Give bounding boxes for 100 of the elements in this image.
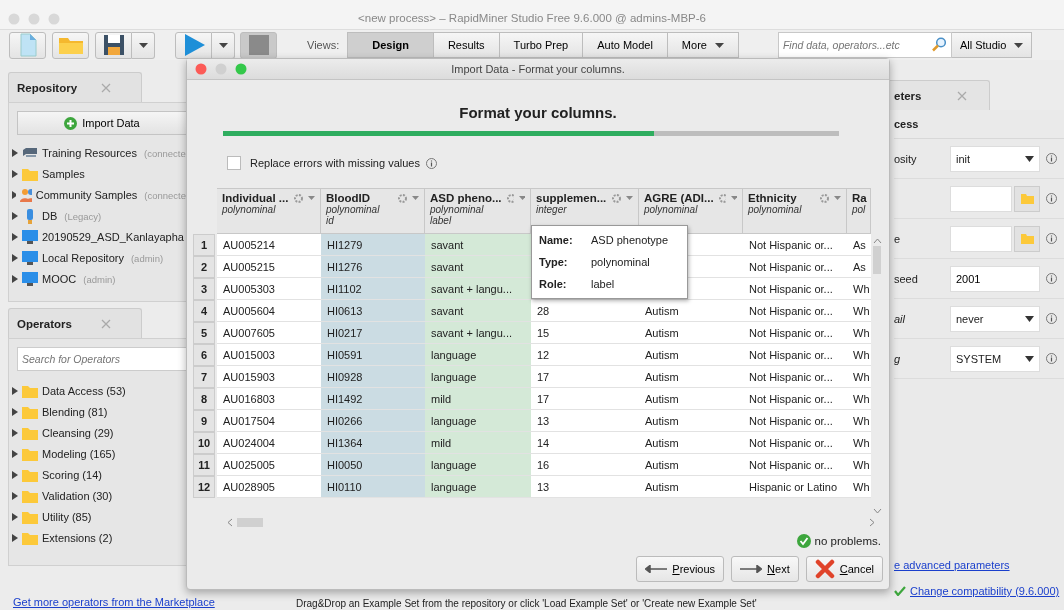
repository-item[interactable]: MOOC (42, 273, 77, 285)
caret-icon[interactable] (308, 196, 315, 200)
close-icon[interactable] (957, 90, 967, 101)
cancel-button[interactable]: Cancel (805, 556, 883, 582)
expand-arrow-icon[interactable] (12, 254, 18, 262)
new-file-button[interactable] (9, 31, 46, 59)
operator-group[interactable]: Data Access (53) (42, 385, 126, 397)
expand-arrow-icon[interactable] (12, 149, 18, 157)
previous-button[interactable]: Previous (636, 556, 725, 582)
operator-group[interactable]: Blending (81) (42, 406, 108, 418)
operator-group[interactable]: Cleansing (29) (42, 427, 114, 439)
scroll-left-icon[interactable] (227, 517, 233, 527)
expand-arrow-icon[interactable] (12, 387, 18, 395)
view-tab[interactable]: Turbo Prep (498, 32, 584, 58)
column-header[interactable]: Ra pol (847, 188, 871, 234)
close-icon[interactable] (101, 318, 111, 329)
run-menu-button[interactable] (212, 31, 235, 59)
file-path-field[interactable] (950, 225, 1012, 252)
repository-item[interactable]: Local Repository (42, 252, 124, 264)
expand-arrow-icon[interactable] (12, 534, 18, 542)
file-path-field[interactable] (950, 185, 1012, 212)
operator-group[interactable]: Scoring (14) (42, 469, 102, 481)
expand-arrow-icon[interactable] (12, 275, 18, 283)
operator-group[interactable]: Modeling (165) (42, 448, 116, 460)
info-icon[interactable] (1046, 233, 1057, 244)
gear-icon[interactable] (398, 193, 407, 203)
save-button[interactable] (95, 31, 132, 59)
operator-group[interactable]: Validation (30) (42, 490, 113, 502)
scroll-thumb[interactable] (873, 246, 881, 274)
expand-arrow-icon[interactable] (12, 233, 18, 241)
expand-arrow-icon[interactable] (12, 429, 18, 437)
expand-arrow-icon[interactable] (12, 513, 18, 521)
caret-icon[interactable] (519, 196, 525, 200)
column-header[interactable]: Individual ... polynominal (217, 188, 321, 234)
operators-tab[interactable]: Operators (8, 308, 142, 338)
info-icon[interactable] (1046, 273, 1057, 284)
stop-button[interactable] (240, 31, 277, 59)
expand-arrow-icon[interactable] (12, 450, 18, 458)
expand-arrow-icon[interactable] (12, 212, 18, 220)
compatibility-link[interactable]: Change compatibility (9.6.000) (910, 585, 1060, 597)
column-header[interactable]: ASD pheno... polynominal label (425, 188, 531, 234)
parameter-field[interactable]: 2001 (950, 265, 1040, 292)
save-menu-button[interactable] (132, 31, 155, 59)
vertical-scrollbar[interactable] (871, 238, 883, 514)
close-icon[interactable] (101, 82, 111, 93)
repository-item[interactable]: 20190529_ASD_Kanlayapha (42, 231, 184, 243)
search-field[interactable]: Find data, operators...etc (777, 32, 952, 58)
column-header[interactable]: AGRE (ADI... polynominal (639, 188, 743, 234)
parameters-tab[interactable]: eters (890, 80, 990, 110)
expand-arrow-icon[interactable] (12, 191, 17, 199)
parameter-dropdown[interactable]: init (950, 145, 1040, 172)
marketplace-link[interactable]: Get more operators from the Marketplace (13, 595, 215, 608)
info-icon[interactable] (425, 157, 437, 169)
repository-item[interactable]: DB (42, 210, 58, 222)
operator-group[interactable]: Extensions (2) (42, 532, 113, 544)
advanced-parameters-link[interactable]: e advanced parameters (894, 559, 1064, 571)
operator-group[interactable]: Utility (85) (42, 511, 92, 523)
expand-arrow-icon[interactable] (12, 471, 18, 479)
scroll-up-icon[interactable] (872, 238, 882, 244)
repository-item[interactable]: Training Resources (42, 147, 137, 159)
gear-icon[interactable] (820, 193, 829, 203)
close-button[interactable] (195, 63, 207, 75)
scroll-down-icon[interactable] (872, 508, 882, 514)
scroll-right-icon[interactable] (869, 517, 875, 527)
expand-arrow-icon[interactable] (12, 170, 18, 178)
caret-icon[interactable] (834, 196, 841, 200)
more-button[interactable]: More (666, 32, 739, 58)
horizontal-scrollbar[interactable] (227, 516, 875, 528)
info-icon[interactable] (1046, 153, 1057, 164)
info-icon[interactable] (1046, 353, 1057, 364)
search-icon[interactable] (931, 37, 946, 52)
gear-icon[interactable] (718, 193, 727, 203)
column-header[interactable]: Ethnicity polynominal (743, 188, 847, 234)
open-folder-button[interactable] (52, 31, 89, 59)
gear-icon[interactable] (294, 193, 303, 203)
repository-tab[interactable]: Repository (8, 72, 142, 102)
view-tab[interactable]: Design (347, 32, 434, 58)
next-button[interactable]: Next (731, 556, 799, 582)
info-icon[interactable] (1046, 313, 1057, 324)
caret-icon[interactable] (731, 196, 737, 200)
column-header[interactable]: BloodID polynominal id (321, 188, 425, 234)
gear-icon[interactable] (612, 193, 621, 203)
scroll-thumb[interactable] (237, 517, 263, 527)
repository-item[interactable]: Samples (42, 168, 85, 180)
parameter-dropdown[interactable]: SYSTEM (950, 345, 1040, 372)
gear-icon[interactable] (506, 193, 515, 203)
import-data-button[interactable]: Import Data (17, 111, 187, 135)
checkbox[interactable] (227, 156, 241, 170)
info-icon[interactable] (1046, 193, 1057, 204)
view-tab[interactable]: Results (432, 32, 500, 58)
caret-icon[interactable] (412, 196, 419, 200)
zoom-button[interactable] (235, 63, 247, 75)
scope-dropdown[interactable]: All Studio (950, 32, 1033, 58)
parameter-dropdown[interactable]: never (950, 305, 1040, 332)
operator-search-field[interactable]: Search for Operators (17, 347, 187, 371)
view-tab[interactable]: Auto Model (582, 32, 668, 58)
expand-arrow-icon[interactable] (12, 408, 18, 416)
expand-arrow-icon[interactable] (12, 492, 18, 500)
repository-item[interactable]: Community Samples (35, 189, 138, 201)
caret-icon[interactable] (626, 196, 633, 200)
